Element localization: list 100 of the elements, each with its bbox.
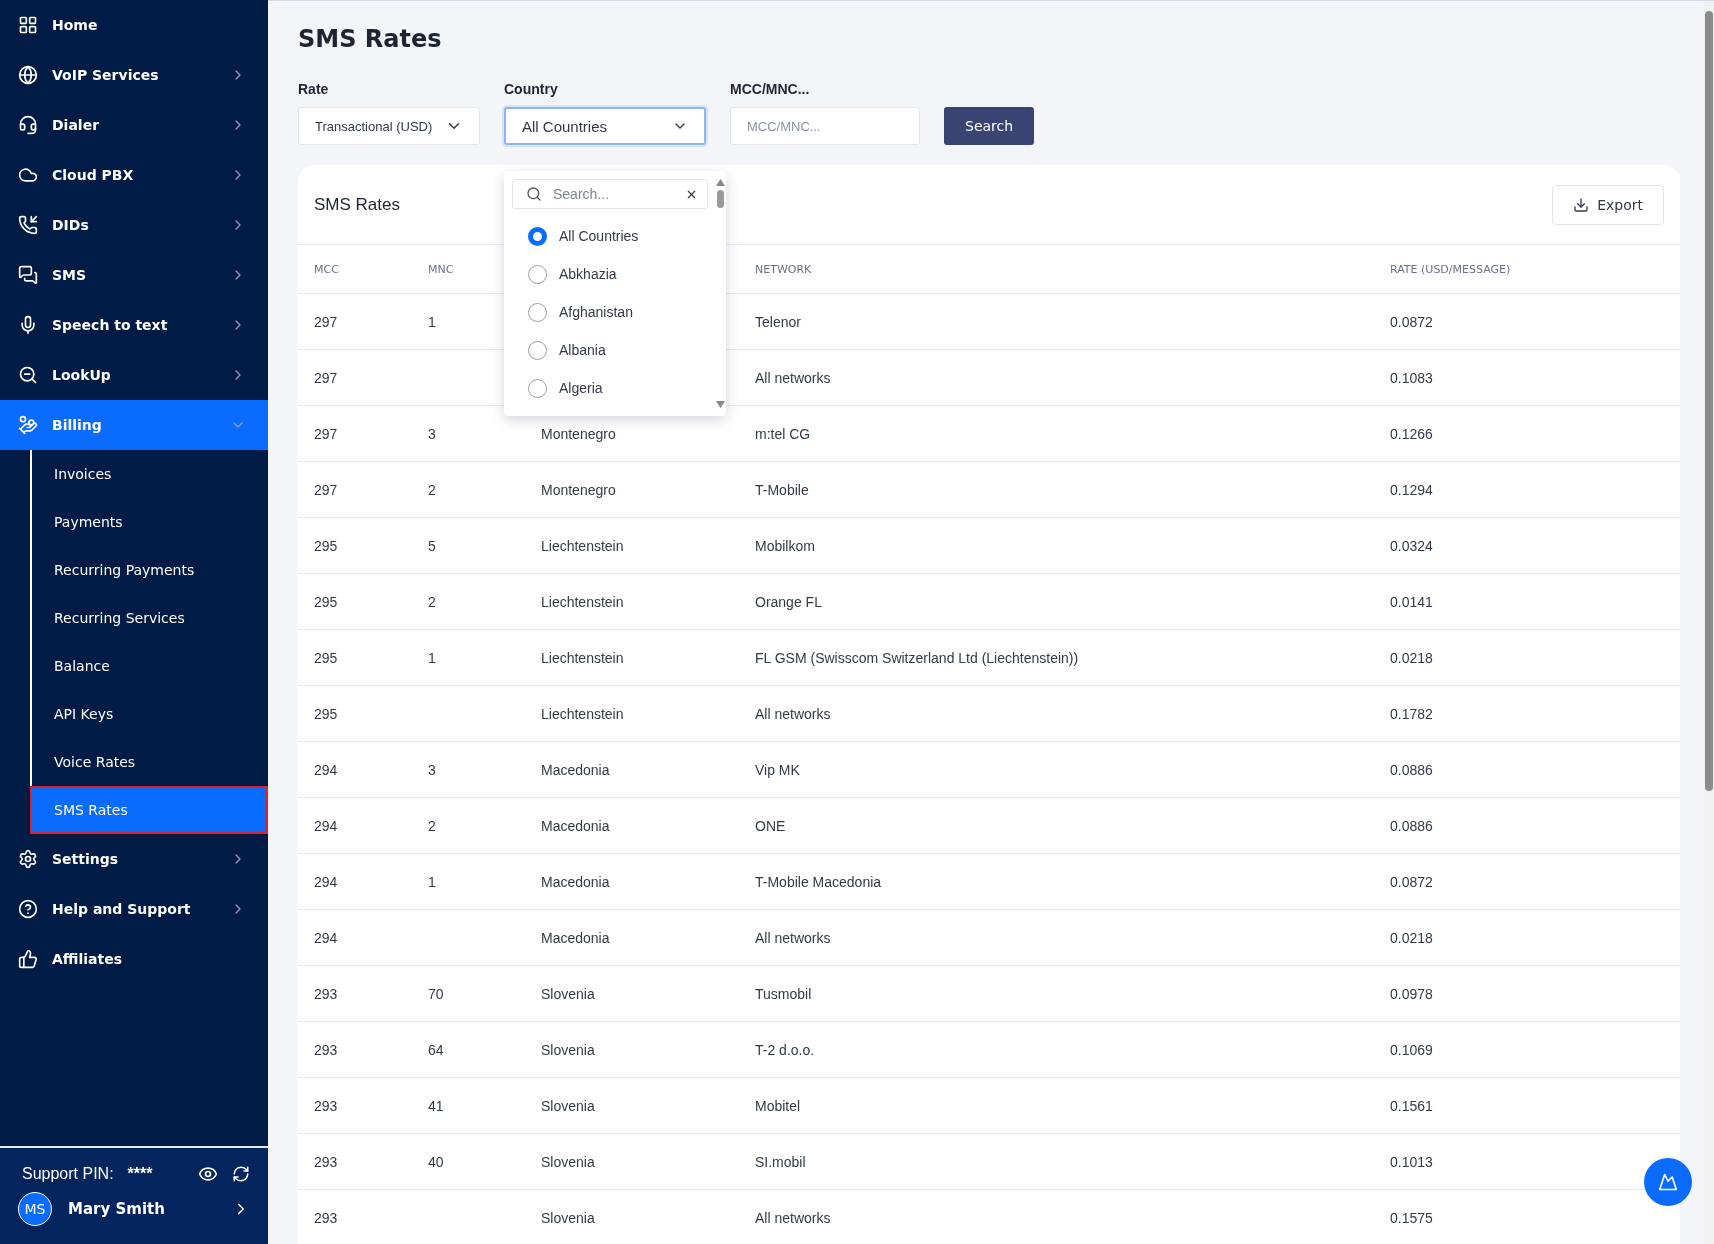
sidebar-item[interactable]: Cloud PBX bbox=[0, 150, 268, 200]
sidebar-subitem[interactable]: Invoices bbox=[30, 450, 268, 498]
table-cell: All networks bbox=[739, 910, 1374, 966]
export-button[interactable]: Export bbox=[1552, 184, 1664, 225]
table-cell: 64 bbox=[412, 1022, 525, 1078]
sidebar-subitem[interactable]: Recurring Services bbox=[30, 594, 268, 642]
sidebar-item[interactable]: DIDs bbox=[0, 200, 268, 250]
sidebar-item[interactable]: Billing bbox=[0, 400, 268, 450]
table-cell: 293 bbox=[298, 1078, 412, 1134]
search-button[interactable]: Search bbox=[944, 107, 1035, 145]
table-cell: 2 bbox=[412, 798, 525, 854]
sidebar-subitem[interactable]: Payments bbox=[30, 498, 268, 546]
table-cell: Macedonia bbox=[525, 798, 739, 854]
table-cell: 0.0872 bbox=[1374, 294, 1680, 350]
scrollbar-thumb[interactable] bbox=[716, 190, 724, 208]
table-cell: 0.1083 bbox=[1374, 350, 1680, 406]
sidebar-subitem[interactable]: Voice Rates bbox=[30, 738, 268, 786]
table-cell: 0.0886 bbox=[1374, 742, 1680, 798]
table-cell: 293 bbox=[298, 966, 412, 1022]
table-cell: 295 bbox=[298, 686, 412, 742]
table-cell: 2 bbox=[412, 574, 525, 630]
table-cell: 2 bbox=[412, 462, 525, 518]
sidebar-item[interactable]: Home bbox=[0, 0, 268, 50]
headset-icon bbox=[18, 115, 38, 135]
sidebar-subitem[interactable]: SMS Rates bbox=[30, 786, 268, 834]
table-cell: 297 bbox=[298, 462, 412, 518]
table-cell: Macedonia bbox=[525, 854, 739, 910]
table-cell: 5 bbox=[412, 518, 525, 574]
sidebar-item[interactable]: Help and Support bbox=[0, 884, 268, 934]
field-label: MCC/MNC... bbox=[730, 81, 811, 97]
scrollbar-thumb[interactable] bbox=[1705, 11, 1713, 791]
table-cell: 293 bbox=[298, 1022, 412, 1078]
search-icon bbox=[526, 186, 542, 202]
rate-select[interactable]: Transactional (USD) bbox=[298, 107, 480, 145]
card-title: SMS Rates bbox=[314, 194, 400, 215]
table-cell: 3 bbox=[412, 742, 525, 798]
table-cell: Vip MK bbox=[739, 742, 1374, 798]
dropdown-search-field[interactable]: Search... bbox=[512, 179, 708, 209]
table-cell: T-Mobile bbox=[739, 462, 1374, 518]
table-cell: 295 bbox=[298, 574, 412, 630]
field-label: Country bbox=[504, 81, 559, 97]
grid-icon bbox=[18, 15, 38, 35]
microphone-icon bbox=[18, 315, 38, 335]
sidebar-item[interactable]: Affiliates bbox=[0, 934, 268, 984]
sidebar-subitem[interactable]: API Keys bbox=[30, 690, 268, 738]
sidebar-item[interactable]: Dialer bbox=[0, 100, 268, 150]
table-cell: T-Mobile Macedonia bbox=[739, 854, 1374, 910]
sidebar-subitem[interactable]: Balance bbox=[30, 642, 268, 690]
table-cell: Mobilkom bbox=[739, 518, 1374, 574]
sidebar-item[interactable]: VoIP Services bbox=[0, 50, 268, 100]
table-cell: 0.0978 bbox=[1374, 966, 1680, 1022]
table-cell: All networks bbox=[739, 1190, 1374, 1244]
refresh-icon[interactable] bbox=[232, 1165, 250, 1183]
table-cell: 0.1782 bbox=[1374, 686, 1680, 742]
table-cell: 294 bbox=[298, 742, 412, 798]
table-cell: 295 bbox=[298, 518, 412, 574]
table-cell: Mobitel bbox=[739, 1078, 1374, 1134]
table-cell: 297 bbox=[298, 294, 412, 350]
scroll-down-icon[interactable] bbox=[715, 401, 725, 408]
table-cell: 41 bbox=[412, 1078, 525, 1134]
eye-icon[interactable] bbox=[198, 1164, 218, 1184]
help-icon bbox=[18, 899, 38, 919]
sidebar-item[interactable]: LookUp bbox=[0, 350, 268, 400]
chat-icon bbox=[18, 265, 38, 285]
table-cell: Macedonia bbox=[525, 742, 739, 798]
mountain-icon bbox=[1658, 1172, 1678, 1192]
table-cell: FL GSM (Swisscom Switzerland Ltd (Liechtenstein)) bbox=[739, 630, 1374, 686]
settings-icon bbox=[18, 849, 38, 869]
support-pin-label: Support PIN: bbox=[22, 1165, 114, 1183]
table-cell: 294 bbox=[298, 854, 412, 910]
table-cell: 295 bbox=[298, 630, 412, 686]
page-title: SMS Rates bbox=[298, 25, 443, 53]
sidebar-item[interactable]: Settings bbox=[0, 834, 268, 884]
table-cell: 40 bbox=[412, 1134, 525, 1190]
country-select[interactable]: All Countries bbox=[504, 107, 706, 145]
column-header: RATE (USD/MESSAGE) bbox=[1374, 245, 1680, 294]
country-option[interactable]: Algeria bbox=[512, 369, 714, 407]
sidebar-item[interactable]: SMS bbox=[0, 250, 268, 300]
sidebar-subitem[interactable]: Recurring Payments bbox=[30, 546, 268, 594]
table-cell: Slovenia bbox=[525, 966, 739, 1022]
table-cell: 0.0886 bbox=[1374, 798, 1680, 854]
phone-icon bbox=[18, 215, 38, 235]
table-cell: Montenegro bbox=[525, 462, 739, 518]
table-cell: 297 bbox=[298, 406, 412, 462]
table-cell: 294 bbox=[298, 910, 412, 966]
scroll-up-icon[interactable] bbox=[715, 179, 725, 186]
table-cell: 0.1561 bbox=[1374, 1078, 1680, 1134]
table-cell: 297 bbox=[298, 350, 412, 406]
chat-button[interactable] bbox=[1644, 1158, 1692, 1206]
table-cell: Tusmobil bbox=[739, 966, 1374, 1022]
table-cell: 0.0218 bbox=[1374, 910, 1680, 966]
user-name[interactable]: Mary Smith bbox=[68, 1200, 216, 1218]
table-cell: Liechtenstein bbox=[525, 518, 739, 574]
table-cell: 0.0141 bbox=[1374, 574, 1680, 630]
sidebar-item[interactable]: Speech to text bbox=[0, 300, 268, 350]
mcc-input-field[interactable]: MCC/MNC... bbox=[730, 107, 920, 145]
table-cell: 293 bbox=[298, 1190, 412, 1244]
magnifier-icon bbox=[18, 365, 38, 385]
table-cell: 1 bbox=[412, 854, 525, 910]
table-cell: 1 bbox=[412, 630, 525, 686]
